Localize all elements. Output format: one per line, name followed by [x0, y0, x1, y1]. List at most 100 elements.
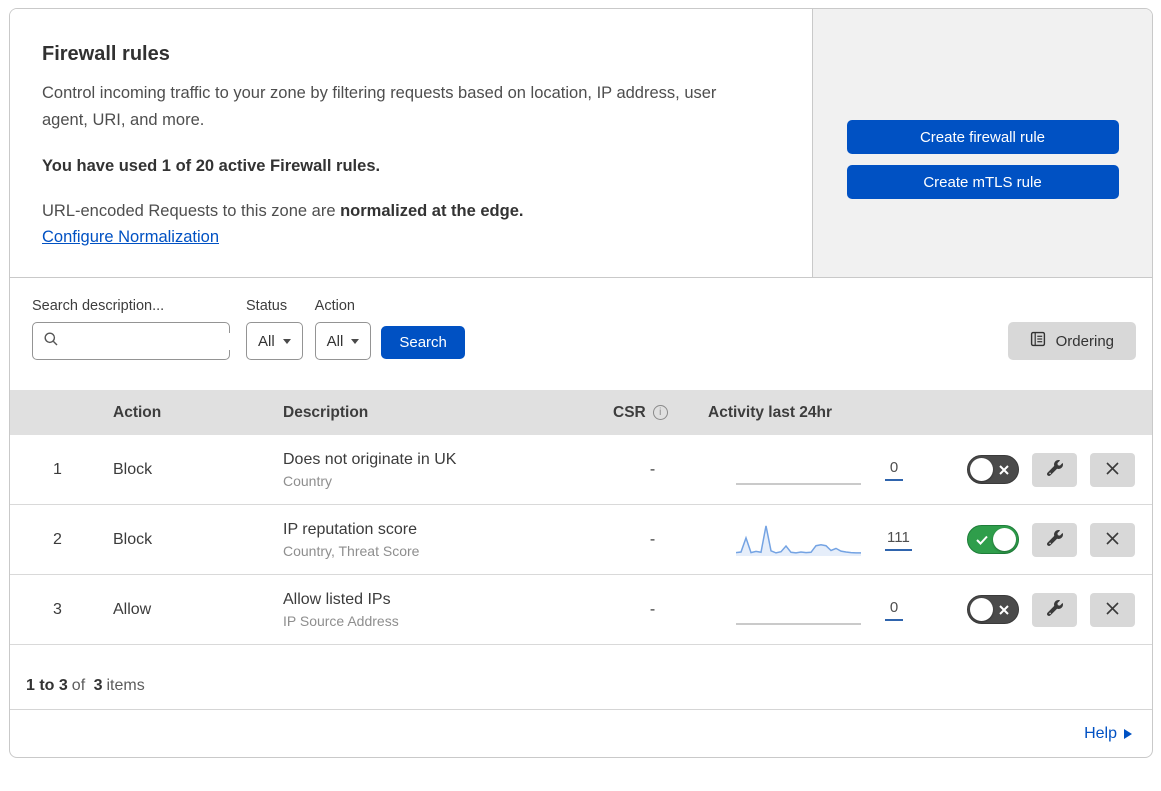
edit-rule-button[interactable]: [1032, 522, 1077, 557]
action-dropdown[interactable]: All: [314, 322, 372, 361]
action-filter-group: Action All: [314, 298, 372, 361]
rule-controls: [945, 592, 1152, 627]
search-group: Search description...: [32, 298, 266, 361]
help-link-label: Help: [1084, 724, 1117, 742]
search-icon: [43, 331, 59, 352]
configure-normalization-link[interactable]: Configure Normalization: [42, 228, 219, 247]
rule-criteria: IP Source Address: [283, 612, 399, 629]
close-icon: [1105, 531, 1120, 549]
rule-controls: [945, 452, 1152, 487]
edit-rule-button[interactable]: [1032, 592, 1077, 627]
rule-priority: 3: [53, 600, 62, 618]
close-icon: [1105, 461, 1120, 479]
rule-description: Does not originate in UK: [283, 450, 457, 468]
info-icon[interactable]: i: [652, 405, 668, 421]
x-icon: [999, 605, 1009, 615]
items-range: 1 to 3: [26, 677, 68, 695]
search-input[interactable]: [67, 332, 266, 350]
toggle-knob: [970, 598, 993, 622]
table-row: 3 Allow Allow listed IPs IP Source Addre…: [10, 575, 1152, 646]
csr-column-header: CSR i: [605, 404, 700, 422]
status-filter-group: Status All: [246, 298, 303, 361]
header-intro: Firewall rules Control incoming traffic …: [10, 9, 813, 278]
rule-description: IP reputation score: [283, 520, 418, 538]
rule-csr-value: -: [649, 460, 656, 478]
rule-action: Allow: [113, 600, 152, 618]
status-dropdown[interactable]: All: [246, 322, 303, 361]
toggle-knob: [970, 458, 993, 482]
activity-sparkline: [735, 521, 861, 559]
activity-count-link[interactable]: 0: [885, 599, 903, 621]
normalization-bold: normalized at the edge.: [340, 202, 524, 221]
rule-enabled-toggle[interactable]: [967, 455, 1019, 485]
normalization-note: URL-encoded Requests to this zone are no…: [42, 202, 772, 221]
status-dropdown-value: All: [258, 332, 275, 350]
table-header-row: Action Description CSR i Activity last 2…: [10, 390, 1152, 436]
filter-bar: Search description... Status All Action …: [10, 278, 1152, 390]
usage-note: You have used 1 of 20 active Firewall ru…: [42, 157, 381, 176]
delete-rule-button[interactable]: [1090, 522, 1135, 557]
items-total: 3: [93, 677, 103, 695]
create-actions-panel: Create firewall rule Create mTLS rule: [813, 9, 1152, 278]
page-description: Control incoming traffic to your zone by…: [42, 84, 717, 129]
check-icon: [976, 535, 988, 545]
rule-criteria: Country, Threat Score: [283, 542, 420, 559]
activity-count-link[interactable]: 0: [885, 459, 903, 481]
activity-column-header: Activity last 24hr: [708, 403, 833, 421]
create-mtls-rule-button[interactable]: Create mTLS rule: [846, 165, 1119, 199]
delete-rule-button[interactable]: [1090, 592, 1135, 627]
table-row: 2 Block IP reputation score Country, Thr…: [10, 505, 1152, 576]
search-button[interactable]: Search: [381, 326, 465, 360]
table-row: 1 Block Does not originate in UK Country…: [10, 435, 1152, 506]
wrench-icon: [1046, 530, 1063, 549]
items-label: items: [106, 677, 145, 695]
rule-description: Allow listed IPs: [283, 590, 391, 608]
x-icon: [999, 465, 1009, 475]
edit-rule-button[interactable]: [1032, 452, 1077, 487]
action-label: Action: [314, 298, 355, 315]
wrench-icon: [1046, 600, 1063, 619]
rule-description-cell: Allow listed IPs IP Source Address: [275, 591, 605, 629]
help-link[interactable]: Help: [1084, 725, 1132, 743]
search-label: Search description...: [32, 298, 165, 315]
rule-activity-cell: 0: [700, 591, 945, 629]
ordering-button[interactable]: Ordering: [1007, 322, 1136, 361]
rule-enabled-toggle[interactable]: [967, 525, 1019, 555]
toggle-knob: [993, 528, 1016, 552]
activity-count-link[interactable]: 111: [885, 529, 912, 551]
chevron-down-icon: [351, 338, 360, 344]
ordering-list-icon: [1030, 331, 1046, 351]
items-of-label: of: [71, 677, 86, 695]
arrow-right-icon: [1124, 728, 1132, 739]
rule-criteria: Country: [283, 472, 333, 489]
items-count-footer: 1 to 3 of 3 items: [10, 645, 1152, 709]
action-dropdown-value: All: [326, 332, 344, 350]
rule-priority: 1: [53, 460, 62, 478]
firewall-rules-page: Firewall rules Control incoming traffic …: [9, 8, 1153, 759]
rule-action: Block: [113, 530, 153, 548]
create-firewall-rule-button[interactable]: Create firewall rule: [846, 120, 1119, 154]
rule-controls: [945, 522, 1152, 557]
rule-action: Block: [113, 460, 153, 478]
rule-priority: 2: [53, 530, 62, 548]
rule-csr-value: -: [649, 600, 656, 618]
ordering-button-label: Ordering: [1055, 332, 1114, 350]
delete-rule-button[interactable]: [1090, 452, 1135, 487]
rule-description-cell: IP reputation score Country, Threat Scor…: [275, 521, 605, 559]
rule-enabled-toggle[interactable]: [967, 595, 1019, 625]
rule-description-cell: Does not originate in UK Country: [275, 451, 605, 489]
status-label: Status: [246, 298, 288, 315]
rule-csr-value: -: [649, 530, 656, 548]
search-box[interactable]: [32, 322, 266, 361]
rule-activity-cell: 111: [700, 521, 945, 559]
activity-sparkline: [736, 451, 861, 489]
chevron-down-icon: [282, 338, 291, 344]
wrench-icon: [1046, 460, 1063, 479]
help-bar: Help: [10, 709, 1152, 757]
rule-activity-cell: 0: [700, 451, 945, 489]
page-title: Firewall rules: [42, 43, 170, 65]
close-icon: [1105, 601, 1120, 619]
activity-sparkline: [736, 591, 861, 629]
description-column-header: Description: [283, 403, 369, 421]
action-column-header: Action: [113, 403, 162, 421]
